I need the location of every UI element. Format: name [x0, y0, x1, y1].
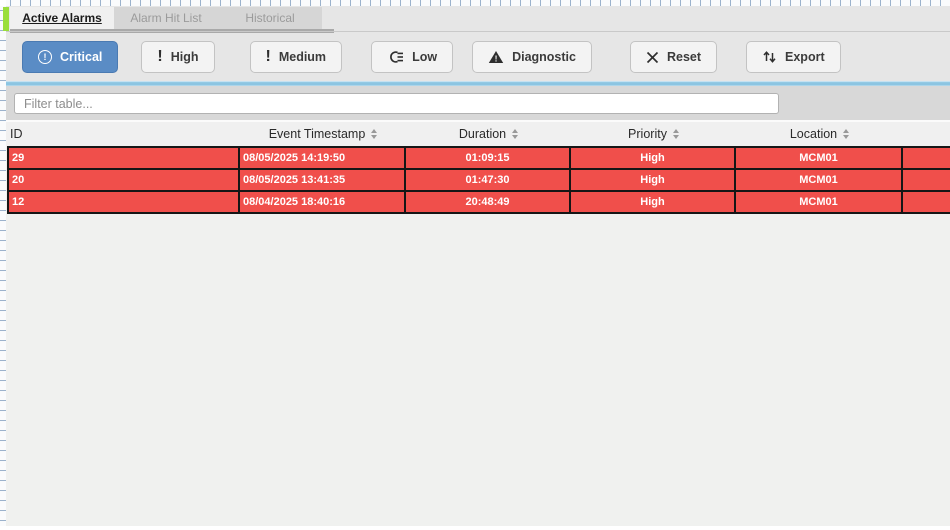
alarm-table: ID Event Timestamp Duration Priority Locatio… [6, 120, 950, 214]
alarm-row[interactable]: 2908/05/2025 14:19:5001:09:15HighMCM01 [7, 146, 950, 168]
tab-historical[interactable]: Historical [218, 7, 322, 29]
tab-alarm-hit-list[interactable]: Alarm Hit List [114, 7, 218, 29]
ruler-corner [0, 0, 6, 6]
button-label: High [171, 50, 199, 64]
cell-extra [903, 192, 950, 212]
column-header-location[interactable]: Location [736, 127, 903, 141]
cell-extra [903, 148, 950, 168]
sort-icon [512, 129, 518, 139]
active-tab-indicator-strip [3, 7, 9, 31]
tab-label: Active Alarms [22, 11, 102, 25]
top-panel: Active Alarms Alarm Hit List Historical ! C… [6, 6, 950, 85]
cell-event-timestamp: 08/04/2025 18:40:16 [240, 192, 406, 212]
sort-icon [371, 129, 377, 139]
button-label: Critical [60, 50, 102, 64]
diagnostic-button[interactable]: ! Diagnostic [472, 41, 592, 73]
button-label: Reset [667, 50, 701, 64]
column-header-priority[interactable]: Priority [571, 127, 736, 141]
cell-location: MCM01 [736, 192, 903, 212]
low-priority-icon [387, 50, 404, 64]
column-label: Duration [459, 127, 506, 141]
cell-extra [903, 170, 950, 190]
sort-icon [673, 129, 679, 139]
table-header-row: ID Event Timestamp Duration Priority Locatio… [6, 120, 950, 146]
table-body: 2908/05/2025 14:19:5001:09:15HighMCM0120… [7, 146, 950, 214]
medium-button[interactable]: ! Medium [250, 41, 343, 73]
filter-table-input[interactable] [14, 93, 779, 114]
tab-label: Historical [245, 11, 294, 25]
arrows-up-down-icon [762, 50, 777, 64]
alarm-row[interactable]: 2008/05/2025 13:41:3501:47:30HighMCM01 [7, 168, 950, 190]
button-label: Medium [279, 50, 326, 64]
cell-location: MCM01 [736, 170, 903, 190]
column-label: ID [10, 127, 23, 141]
sort-icon [843, 129, 849, 139]
column-label: Location [790, 127, 837, 141]
column-header-duration[interactable]: Duration [406, 127, 571, 141]
cell-duration: 20:48:49 [406, 192, 571, 212]
horizontal-ruler [0, 0, 950, 6]
tab-bottom-line [6, 31, 950, 32]
column-label: Priority [628, 127, 667, 141]
alarm-row[interactable]: 1208/04/2025 18:40:1620:48:49HighMCM01 [7, 190, 950, 212]
exclamation-icon: ! [157, 49, 162, 65]
tab-active-alarms[interactable]: Active Alarms [10, 7, 114, 29]
export-button[interactable]: Export [746, 41, 841, 73]
high-button[interactable]: ! High [141, 41, 214, 73]
cell-duration: 01:09:15 [406, 148, 571, 168]
tab-strip: Active Alarms Alarm Hit List Historical [10, 7, 322, 29]
svg-text:!: ! [495, 54, 498, 64]
cell-id: 29 [7, 148, 240, 168]
cell-location: MCM01 [736, 148, 903, 168]
filter-bar [6, 86, 950, 120]
low-button[interactable]: Low [371, 41, 453, 73]
critical-button[interactable]: ! Critical [22, 41, 118, 73]
warning-triangle-icon: ! [488, 50, 504, 64]
cell-event-timestamp: 08/05/2025 14:19:50 [240, 148, 406, 168]
button-label: Export [785, 50, 825, 64]
cell-event-timestamp: 08/05/2025 13:41:35 [240, 170, 406, 190]
column-label: Event Timestamp [269, 127, 366, 141]
exclamation-icon: ! [266, 49, 271, 65]
reset-button[interactable]: Reset [630, 41, 717, 73]
circle-exclamation-icon: ! [38, 50, 52, 64]
column-header-event-timestamp[interactable]: Event Timestamp [240, 127, 406, 141]
x-icon [646, 51, 659, 64]
cell-priority: High [571, 148, 736, 168]
priority-filter-toolbar: ! Critical! High! Medium Low! Diagnostic Reset… [6, 33, 950, 81]
alarm-screen: Active Alarms Alarm Hit List Historical ! C… [6, 6, 950, 530]
cell-priority: High [571, 192, 736, 212]
button-label: Low [412, 50, 437, 64]
tab-label: Alarm Hit List [130, 11, 201, 25]
cell-duration: 01:47:30 [406, 170, 571, 190]
column-header-id: ID [7, 127, 240, 141]
vertical-ruler [0, 0, 6, 526]
cell-id: 20 [7, 170, 240, 190]
button-label: Diagnostic [512, 50, 576, 64]
bottom-strip [6, 526, 950, 530]
cell-id: 12 [7, 192, 240, 212]
cell-priority: High [571, 170, 736, 190]
